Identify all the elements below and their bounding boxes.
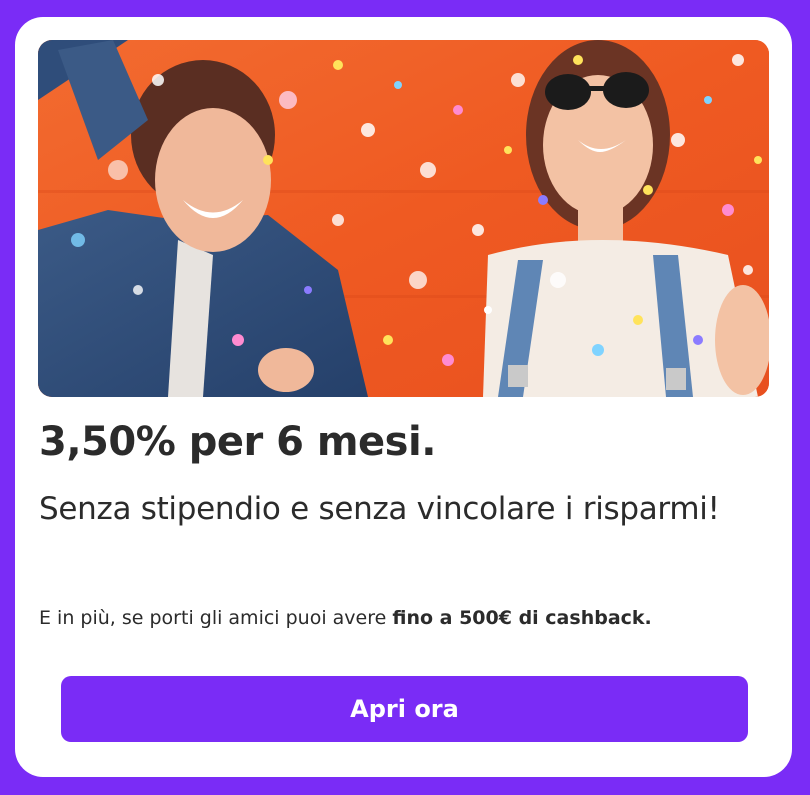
promo-subheadline: Senza stipendio e senza vincolare i risp… (39, 491, 720, 527)
open-account-button[interactable]: Apri ora (61, 676, 748, 742)
promo-body-emphasis: fino a 500€ di cashback. (392, 607, 652, 629)
promo-headline: 3,50% per 6 mesi. (39, 419, 436, 465)
hero-image (38, 40, 769, 397)
celebration-photo (38, 40, 769, 397)
promo-card: 3,50% per 6 mesi. Senza stipendio e senz… (15, 17, 792, 777)
promo-body: E in più, se porti gli amici puoi avere … (39, 607, 652, 629)
promo-body-prefix: E in più, se porti gli amici puoi avere (39, 607, 393, 629)
